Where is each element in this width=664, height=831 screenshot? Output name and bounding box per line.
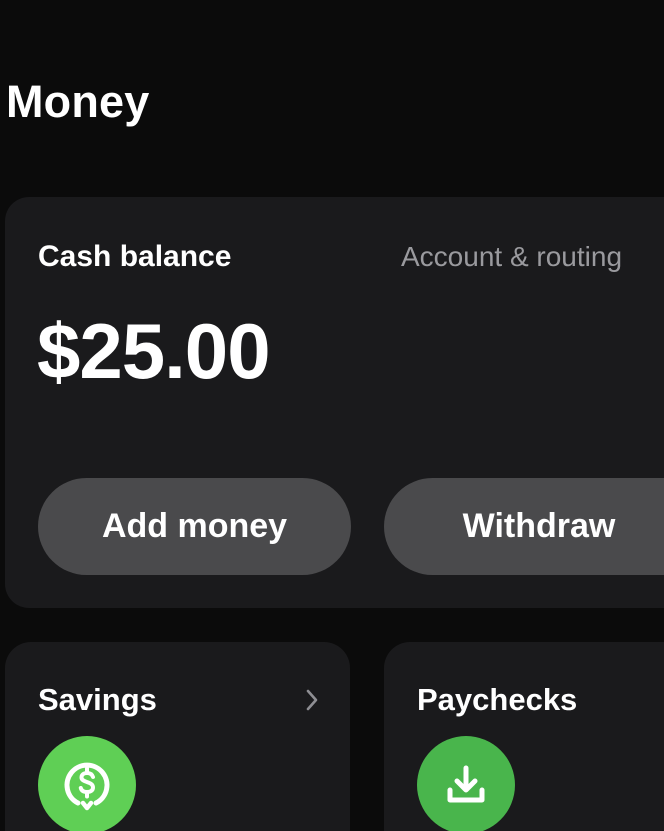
account-routing-link[interactable]: Account & routing — [401, 239, 622, 275]
savings-icon-circle — [38, 736, 136, 831]
chevron-right-icon — [306, 689, 318, 711]
page-title: Money — [6, 76, 150, 127]
add-money-button[interactable]: Add money — [38, 478, 351, 575]
download-tray-icon — [447, 765, 485, 803]
savings-tile[interactable]: Savings — [5, 642, 350, 831]
cash-balance-label: Cash balance — [38, 240, 232, 273]
money-screen: Money Cash balance Account & routing $25… — [0, 0, 664, 831]
savings-title: Savings — [38, 682, 157, 717]
cash-balance-card: Cash balance Account & routing $25.00 Ad… — [5, 197, 664, 608]
withdraw-button[interactable]: Withdraw — [384, 478, 664, 575]
paychecks-tile[interactable]: Paychecks — [384, 642, 664, 831]
paychecks-title: Paychecks — [417, 682, 578, 717]
savings-dollar-icon — [64, 762, 110, 811]
paychecks-icon-circle — [417, 736, 515, 831]
balance-amount: $25.00 — [37, 307, 271, 395]
